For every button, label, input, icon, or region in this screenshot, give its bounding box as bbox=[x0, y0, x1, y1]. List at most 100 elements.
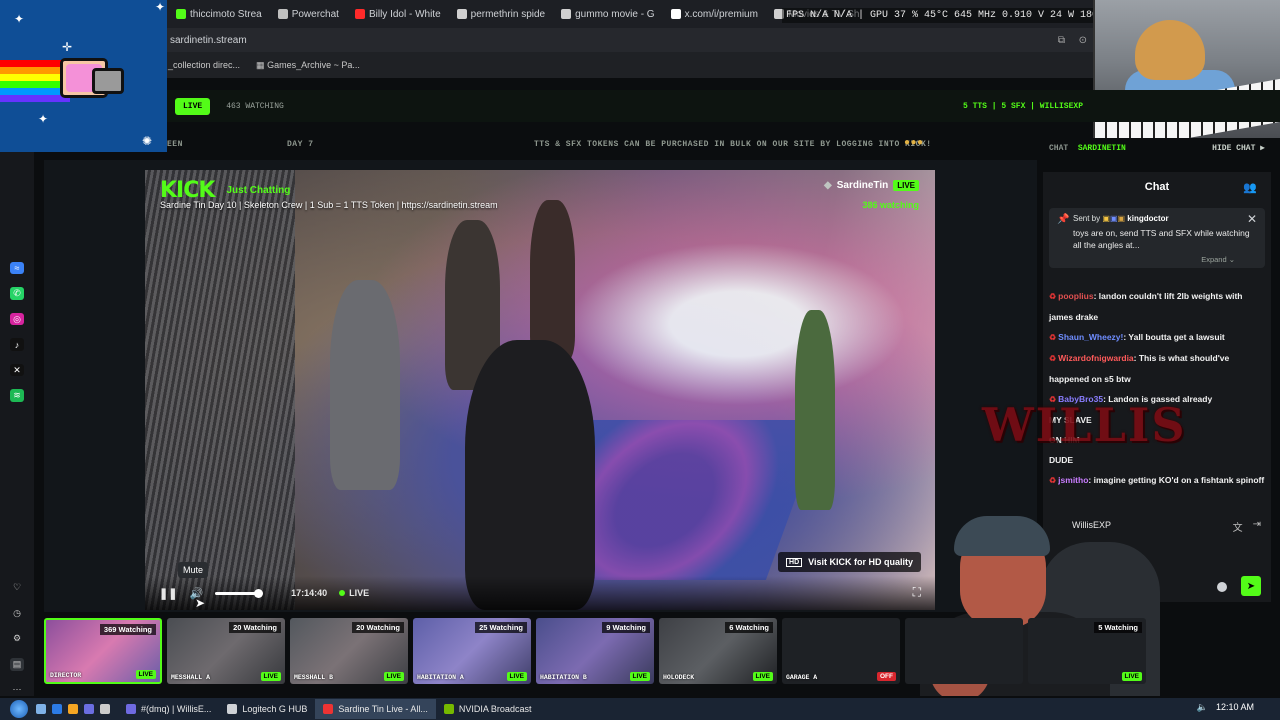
chat-message[interactable]: happened on s5 btw bbox=[1049, 369, 1267, 389]
channel-info[interactable]: ◆ SardineTin LIVE bbox=[824, 180, 919, 191]
tiktok-icon[interactable]: ♪ bbox=[10, 338, 24, 351]
channel-avatar-icon: ◆ bbox=[824, 180, 832, 191]
chat-message[interactable]: ♻ Shaun_Wheezy!: Yall boutta get a lawsui… bbox=[1049, 327, 1267, 348]
expand-button[interactable]: Expand ⌄ bbox=[1201, 255, 1235, 264]
camera-thumbnail[interactable]: 9 Watching HABITATION B LIVE bbox=[536, 618, 654, 684]
player-controls: ❚❚ 🔊 17:14:40 LIVE bbox=[145, 576, 935, 610]
settings-icon[interactable]: ⚙ bbox=[10, 633, 24, 645]
person-figure bbox=[530, 200, 575, 360]
chat-message[interactable]: ♻ pooplius: landon couldn't lift 2lb weig… bbox=[1049, 286, 1267, 307]
wallet-icon[interactable]: ▤ bbox=[10, 658, 24, 671]
chat-username[interactable]: Shaun_Wheezy! bbox=[1058, 332, 1123, 342]
camera-thumbnail[interactable] bbox=[905, 618, 1023, 684]
thumbnail-status: LIVE bbox=[752, 672, 773, 681]
users-icon[interactable]: 👥 bbox=[1243, 181, 1257, 194]
person-figure bbox=[795, 310, 835, 510]
pin-icon: 📌 bbox=[1057, 214, 1070, 225]
thumbnail-name: MESSHALL A bbox=[171, 674, 211, 681]
taskbar-window[interactable]: Sardine Tin Live - All... bbox=[315, 699, 436, 719]
live-indicator[interactable]: LIVE bbox=[339, 588, 369, 598]
camera-thumbnail[interactable]: 25 Watching HABITATION A LIVE bbox=[413, 618, 531, 684]
tab-label: Powerchat bbox=[291, 8, 339, 20]
camera-thumbnail[interactable]: GARAGE A OFF bbox=[782, 618, 900, 684]
instagram-icon[interactable]: ◎ bbox=[10, 312, 24, 326]
camera-thumbnails: 369 Watching DIRECTOR LIVE 20 Watching MESSH… bbox=[44, 618, 1275, 686]
whatsapp-icon[interactable]: ✆ bbox=[10, 287, 24, 300]
pause-icon[interactable]: ❚❚ bbox=[159, 587, 177, 600]
chat-label: CHAT bbox=[1049, 143, 1069, 153]
explorer-icon[interactable] bbox=[36, 704, 46, 714]
camera-thumbnail[interactable]: 369 Watching DIRECTOR LIVE bbox=[44, 618, 162, 684]
thumbnail-watching: 5 Watching bbox=[1094, 622, 1142, 633]
thumbnail-watching: 20 Watching bbox=[229, 622, 281, 633]
browser-tab[interactable]: x.com/i/premium bbox=[665, 2, 764, 26]
bookmark-item[interactable]: ▦ Games_Archive ~ Pa... bbox=[256, 60, 360, 71]
taskbar-label: Sardine Tin Live - All... bbox=[338, 704, 428, 714]
x-icon[interactable]: ✕ bbox=[10, 363, 24, 377]
spotify-icon[interactable]: ≋ bbox=[10, 389, 24, 402]
thumbnail-name: HABITATION B bbox=[540, 674, 587, 681]
camera-thumbnail[interactable]: 6 Watching HOLODECK LIVE bbox=[659, 618, 777, 684]
system-tray: 🔈 12:10 AM bbox=[1197, 702, 1254, 713]
thumbnail-name: DIRECTOR bbox=[50, 672, 82, 679]
tts-sfx-counter: 5 TTS | 5 SFX | WILLISEXP bbox=[962, 101, 1083, 111]
streamer-bandana bbox=[954, 516, 1050, 556]
bookmark-star-icon[interactable]: ⧉ bbox=[1058, 35, 1065, 46]
taskbar-window[interactable]: Logitech G HUB bbox=[219, 699, 315, 719]
camera-thumbnail[interactable]: 20 Watching MESSHALL B LIVE bbox=[290, 618, 408, 684]
tab-favicon-icon bbox=[561, 9, 572, 19]
browser-tab[interactable]: thiccimoto Strea bbox=[170, 2, 268, 26]
clock[interactable]: 12:10 AM bbox=[1216, 702, 1254, 713]
taskbar-window[interactable]: NVIDIA Broadcast bbox=[436, 699, 540, 719]
hide-chat-button[interactable]: HIDE CHAT ▶ bbox=[1212, 143, 1265, 153]
thumbnail-name: MESSHALL B bbox=[294, 674, 334, 681]
browser-tab[interactable]: permethrin spide bbox=[451, 2, 551, 26]
discord-icon[interactable] bbox=[84, 704, 94, 714]
translate-icon[interactable]: 文 bbox=[1233, 519, 1243, 534]
camera-thumbnail[interactable]: 5 Watching LIVE bbox=[1028, 618, 1146, 684]
chat-tools: 文 ⇥ bbox=[1233, 519, 1261, 534]
browser-tab[interactable]: Billy Idol - White bbox=[349, 2, 447, 26]
start-button[interactable] bbox=[10, 700, 28, 718]
url-text[interactable]: sardinetin.stream bbox=[170, 35, 247, 46]
video-player[interactable]: KICK Just Chatting Sardine Tin Day 10 | … bbox=[145, 170, 935, 610]
volume-slider[interactable] bbox=[215, 588, 264, 598]
browser-tab[interactable]: gummo movie - G bbox=[555, 2, 660, 26]
live-pill: LIVE bbox=[175, 97, 211, 115]
chat-username[interactable]: Wizardofnigwardia bbox=[1058, 353, 1133, 363]
chat-message[interactable]: DUDE bbox=[1049, 450, 1267, 470]
star-icon: ✦ bbox=[14, 12, 25, 26]
more-icon[interactable]: ⋯ bbox=[10, 684, 24, 696]
thumbnail-status: OFF bbox=[877, 672, 896, 681]
browser-tab[interactable]: Powerchat bbox=[272, 2, 345, 26]
bookmark-item[interactable]: _collection direc... bbox=[168, 60, 240, 70]
camera-thumbnail[interactable]: 20 Watching MESSHALL A LIVE bbox=[167, 618, 285, 684]
browser-sidebar: ≈ ✆ ◎ ♪ ✕ ≋ ♡ ◷ ⚙ ▤ ⋯ bbox=[0, 152, 34, 696]
send-button[interactable]: ➤ bbox=[1241, 576, 1261, 596]
emoji-icon[interactable] bbox=[1217, 582, 1227, 592]
thumbnail-status: LIVE bbox=[506, 672, 527, 681]
messenger-icon[interactable]: ≈ bbox=[10, 262, 24, 275]
thumbnail-watching: 9 Watching bbox=[602, 622, 650, 633]
chat-username[interactable]: jsmitho bbox=[1058, 475, 1088, 485]
live-badge: LIVE bbox=[893, 180, 919, 191]
stream-category[interactable]: Just Chatting bbox=[226, 185, 290, 196]
heart-icon[interactable]: ♡ bbox=[10, 582, 24, 594]
chat-message[interactable]: james drake bbox=[1049, 307, 1267, 327]
volume-tray-icon[interactable]: 🔈 bbox=[1197, 702, 1208, 713]
exit-icon[interactable]: ⇥ bbox=[1253, 519, 1261, 534]
windows-taskbar: #(dmq) | WillisE... Logitech G HUB Sardine… bbox=[0, 698, 1280, 720]
taskbar-windows: #(dmq) | WillisE... Logitech G HUB Sardine… bbox=[118, 699, 539, 719]
taskbar-window[interactable]: #(dmq) | WillisE... bbox=[118, 699, 219, 719]
camera-icon[interactable]: ⊙ bbox=[1079, 35, 1087, 46]
chat-message[interactable]: ♻ jsmitho: imagine getting KO'd on a fish… bbox=[1049, 470, 1267, 491]
thumbnail-watching: 6 Watching bbox=[725, 622, 773, 633]
pinned-text: toys are on, send TTS and SFX while watc… bbox=[1073, 228, 1250, 250]
chat-message[interactable]: ♻ Wizardofnigwardia: This is what should'… bbox=[1049, 348, 1267, 369]
close-icon[interactable]: ✕ bbox=[1247, 212, 1257, 226]
chat-username[interactable]: pooplius bbox=[1058, 291, 1093, 301]
edge-icon[interactable] bbox=[52, 704, 62, 714]
history-icon[interactable]: ◷ bbox=[10, 607, 24, 619]
app-icon[interactable] bbox=[100, 704, 110, 714]
firefox-icon[interactable] bbox=[68, 704, 78, 714]
